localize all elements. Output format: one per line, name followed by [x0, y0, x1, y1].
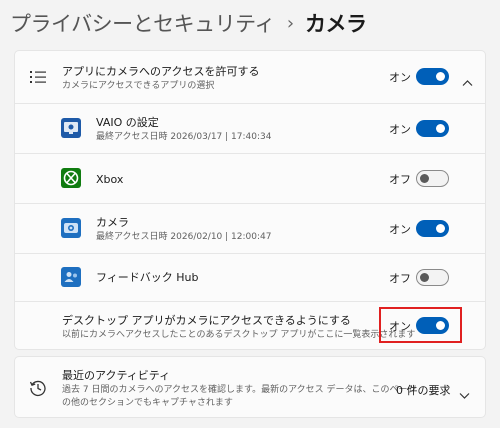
- breadcrumb-parent-privacy-security[interactable]: プライバシーとセキュリティ: [10, 8, 275, 38]
- xbox-app-icon: [61, 168, 81, 188]
- breadcrumb-separator-icon: ›: [286, 12, 295, 34]
- camera-access-setting[interactable]: アプリにカメラへのアクセスを許可する カメラにアクセスできるアプリの選択 オン: [15, 51, 485, 103]
- camera-app-icon: [61, 218, 81, 238]
- toggle-knob: [420, 273, 429, 282]
- chevron-down-icon[interactable]: [459, 385, 470, 404]
- toggle-knob: [420, 174, 429, 183]
- camera-access-subtitle: カメラにアクセスできるアプリの選択: [62, 81, 215, 91]
- toggle-knob: [436, 224, 445, 233]
- feedback-hub-app-icon: [61, 267, 81, 287]
- app-toggle-camera[interactable]: [416, 220, 449, 237]
- app-row-camera: カメラ 最終アクセス日時 2026/02/10 | 12:00:47 オン: [15, 203, 485, 253]
- app-row-vaio-settings: VAIO の設定 最終アクセス日時 2026/03/17 | 17:40:34 …: [15, 103, 485, 153]
- app-last-access: 最終アクセス日時 2026/03/17 | 17:40:34: [96, 132, 272, 142]
- app-row-feedback-hub: フィードバック Hub オフ: [15, 253, 485, 301]
- camera-access-toggle[interactable]: [416, 68, 449, 85]
- app-state: オン: [389, 123, 411, 136]
- highlight-box: [379, 307, 462, 343]
- app-last-access: 最終アクセス日時 2026/02/10 | 12:00:47: [96, 232, 272, 242]
- history-icon: [28, 378, 48, 398]
- toggle-knob: [436, 72, 445, 81]
- toggle-knob: [436, 124, 445, 133]
- app-name: Xbox: [96, 173, 124, 186]
- recent-activity-request-count: 0 件の要求: [396, 384, 451, 397]
- app-toggle-feedback-hub[interactable]: [416, 269, 449, 286]
- vaio-settings-app-icon: [61, 118, 81, 138]
- camera-access-state: オン: [389, 71, 411, 84]
- app-toggle-xbox[interactable]: [416, 170, 449, 187]
- page-title: カメラ: [305, 12, 367, 36]
- recent-activity-title: 最近のアクティビティ: [62, 369, 171, 382]
- app-toggle-vaio-settings[interactable]: [416, 120, 449, 137]
- camera-access-card: アプリにカメラへのアクセスを許可する カメラにアクセスできるアプリの選択 オン …: [14, 50, 486, 350]
- app-name: カメラ: [96, 216, 129, 229]
- camera-access-title: アプリにカメラへのアクセスを許可する: [62, 65, 260, 78]
- app-state: オフ: [389, 272, 411, 285]
- recent-activity-subtitle-line1: 過去 7 日間のカメラへのアクセスを確認します。最新のアクセス データは、このペ…: [62, 385, 417, 395]
- app-row-xbox: Xbox オフ: [15, 153, 485, 203]
- desktop-apps-subtitle: 以前にカメラへアクセスしたことのあるデスクトップ アプリがここに一覧表示されます: [62, 330, 416, 340]
- breadcrumb: プライバシーとセキュリティ › カメラ: [10, 6, 367, 40]
- app-state: オフ: [389, 173, 411, 186]
- app-name: フィードバック Hub: [96, 271, 199, 284]
- app-state: オン: [389, 223, 411, 236]
- desktop-apps-title: デスクトップ アプリがカメラにアクセスできるようにする: [62, 314, 351, 327]
- recent-activity-subtitle-line2: の他のセクションでもキャプチャされます: [62, 398, 233, 408]
- app-name: VAIO の設定: [96, 116, 159, 129]
- recent-activity-card[interactable]: 最近のアクティビティ 過去 7 日間のカメラへのアクセスを確認します。最新のアク…: [14, 356, 486, 418]
- list-icon: [29, 68, 47, 86]
- chevron-up-icon[interactable]: [462, 72, 473, 91]
